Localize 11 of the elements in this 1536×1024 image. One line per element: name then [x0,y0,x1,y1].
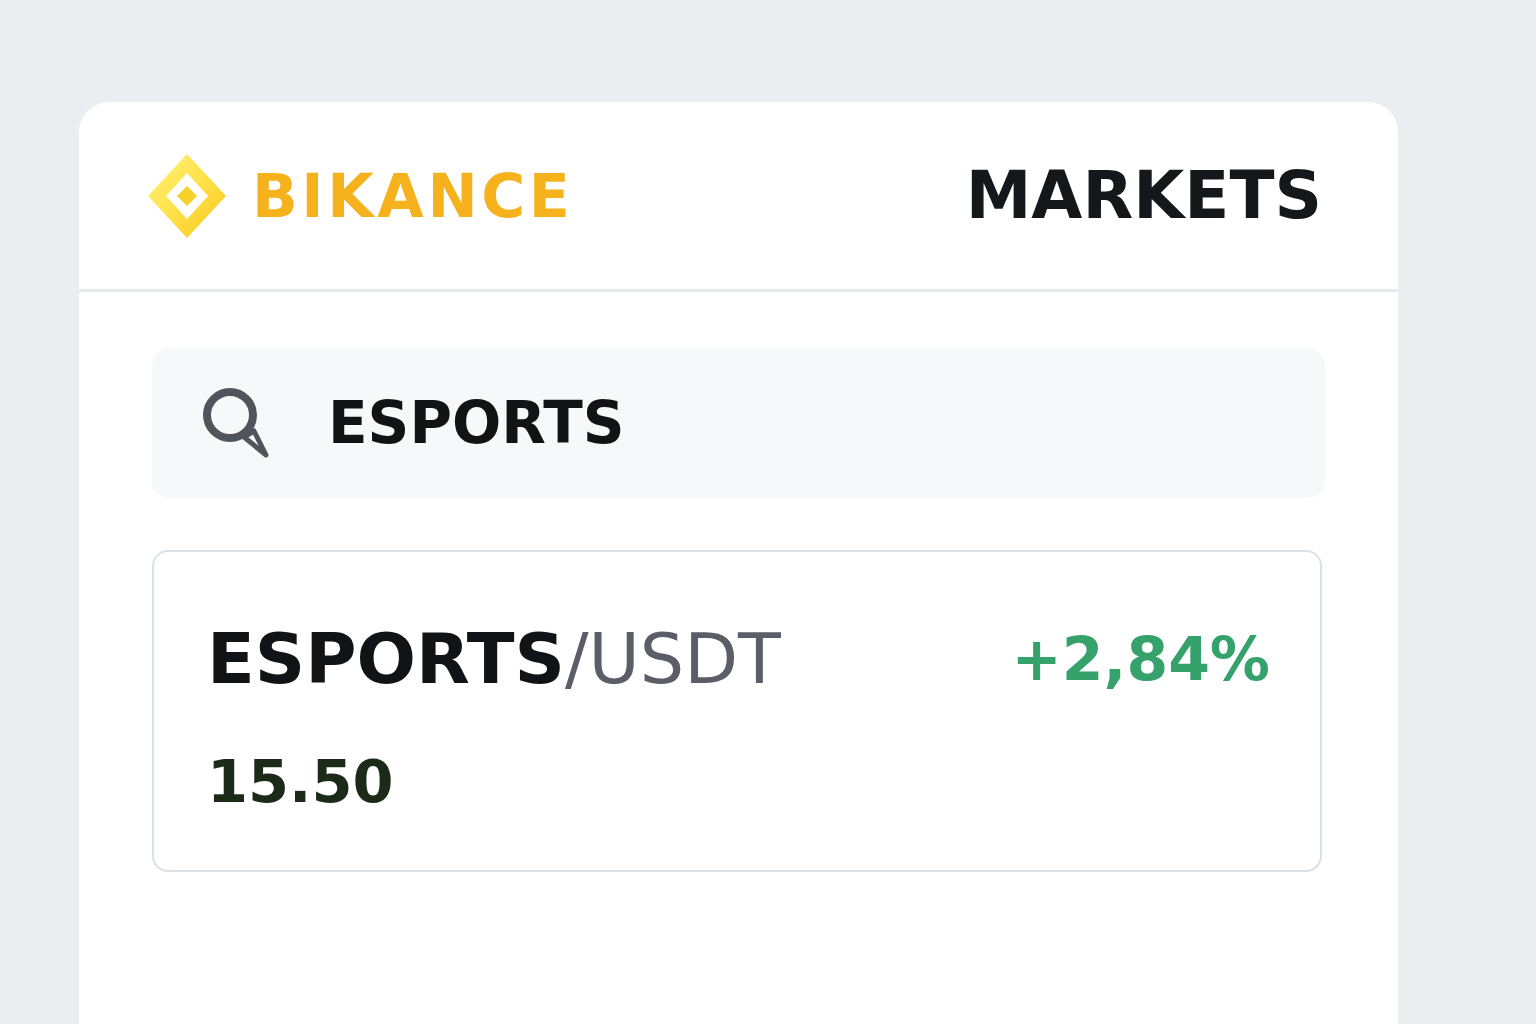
search-icon [202,387,270,459]
diamond-logo-icon [148,153,226,238]
price-change: +2,84% [1011,629,1270,689]
price-value: 15.50 [207,752,394,811]
base-symbol: ESPORTS [207,624,565,694]
logo-text: BIKANCE [252,165,574,226]
quote-symbol: /USDT [564,624,781,694]
search-query: ESPORTS [328,394,625,452]
market-card[interactable]: ESPORTS/USDT +2,84% 15.50 [152,550,1322,872]
page-title: MARKETS [965,162,1322,229]
search-field[interactable]: ESPORTS [152,348,1325,498]
